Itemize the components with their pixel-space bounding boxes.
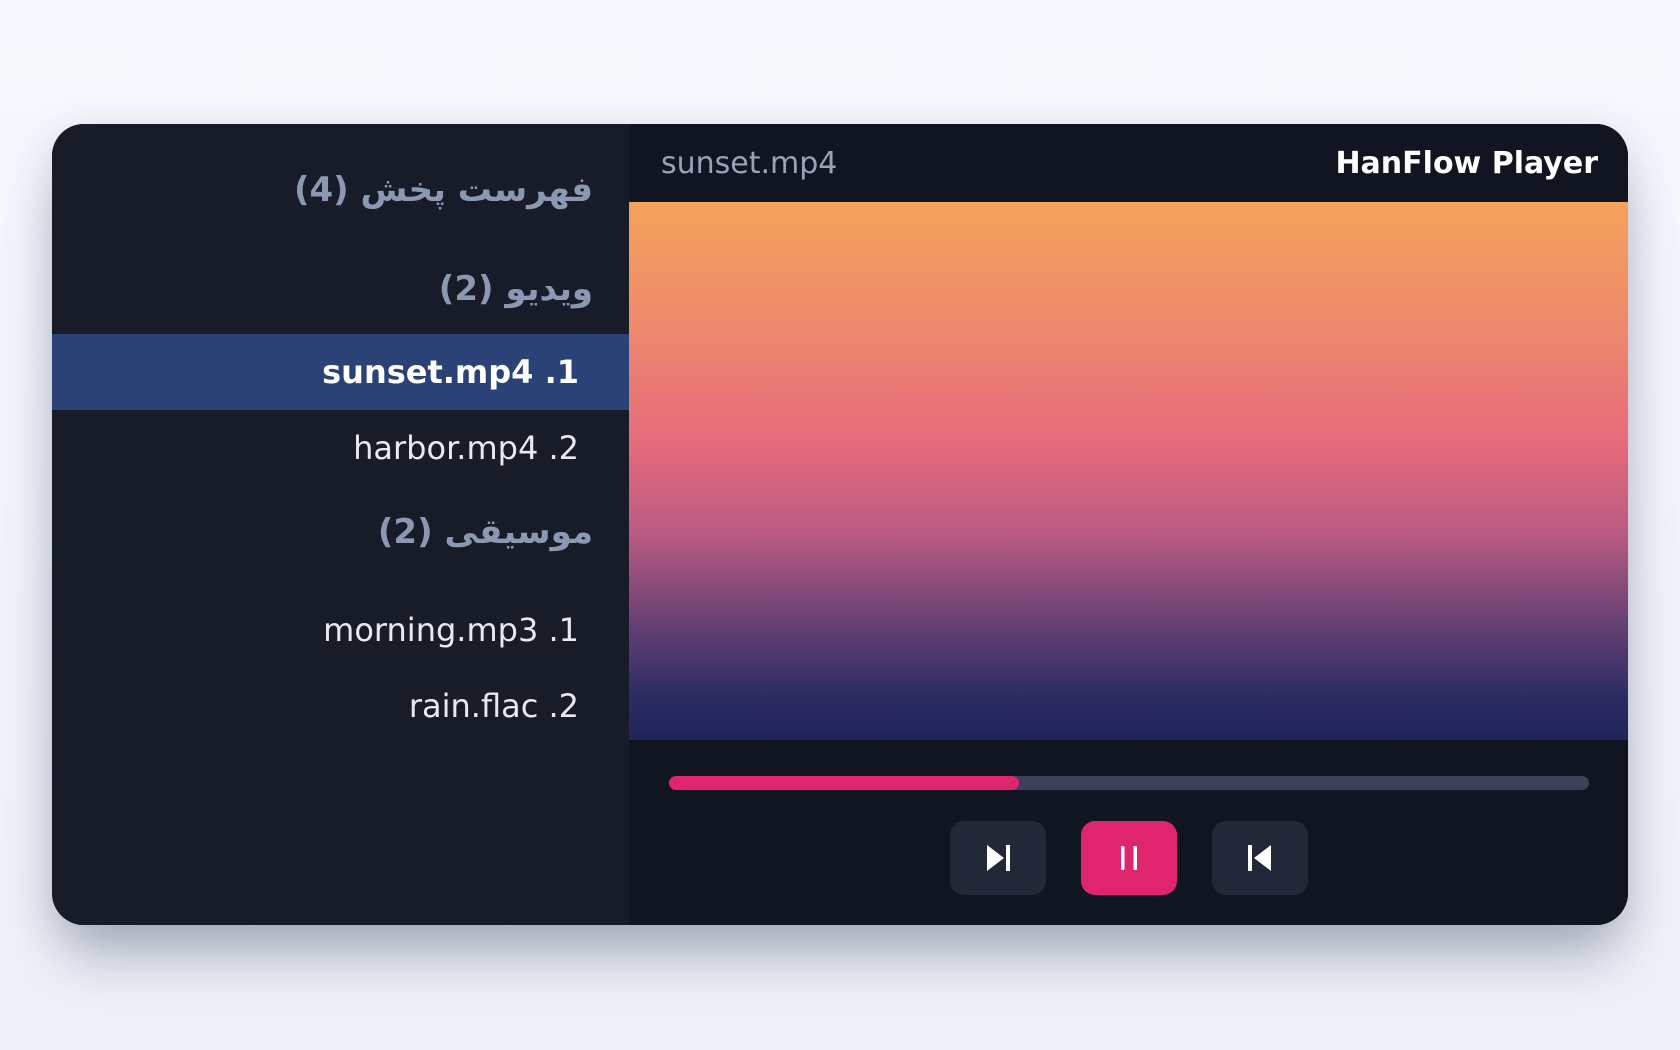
playlist-item-rain[interactable]: rain.flac .2 xyxy=(52,668,629,744)
progress-fill xyxy=(669,776,1019,790)
group-label-music: موسیقی (2) xyxy=(377,512,593,552)
pause-icon xyxy=(1120,846,1137,870)
playlist-item-label: harbor.mp4 .2 xyxy=(353,429,579,467)
playlist-panel: فهرست پخش (4) ویدیو (2) sunset.mp4 .1 ha… xyxy=(52,124,629,925)
previous-button[interactable] xyxy=(1211,821,1308,895)
playlist-item-harbor[interactable]: harbor.mp4 .2 xyxy=(52,410,629,486)
player-window: فهرست پخش (4) ویدیو (2) sunset.mp4 .1 ha… xyxy=(52,124,1628,925)
top-bar: sunset.mp4 HanFlow Player xyxy=(629,124,1628,202)
player-main: sunset.mp4 HanFlow Player xyxy=(629,124,1628,925)
app-title: HanFlow Player xyxy=(1335,145,1598,181)
group-label-video: ویدیو (2) xyxy=(438,269,593,309)
next-button[interactable] xyxy=(949,821,1046,895)
previous-track-icon xyxy=(1247,845,1271,871)
playlist-item-label: rain.flac .2 xyxy=(408,687,579,725)
playlist-item-label: morning.mp3 .1 xyxy=(323,611,579,649)
video-viewport[interactable] xyxy=(629,202,1628,740)
progress-bar[interactable] xyxy=(669,776,1589,790)
now-playing-title: sunset.mp4 xyxy=(661,145,838,181)
playback-controls xyxy=(629,821,1628,895)
playlist-item-morning[interactable]: morning.mp3 .1 xyxy=(52,592,629,668)
playlist-title: فهرست پخش (4) xyxy=(293,170,593,210)
playlist-item-sunset[interactable]: sunset.mp4 .1 xyxy=(52,334,629,410)
pause-button[interactable] xyxy=(1080,821,1177,895)
playlist-item-label: sunset.mp4 .1 xyxy=(322,353,579,391)
next-track-icon xyxy=(986,845,1010,871)
